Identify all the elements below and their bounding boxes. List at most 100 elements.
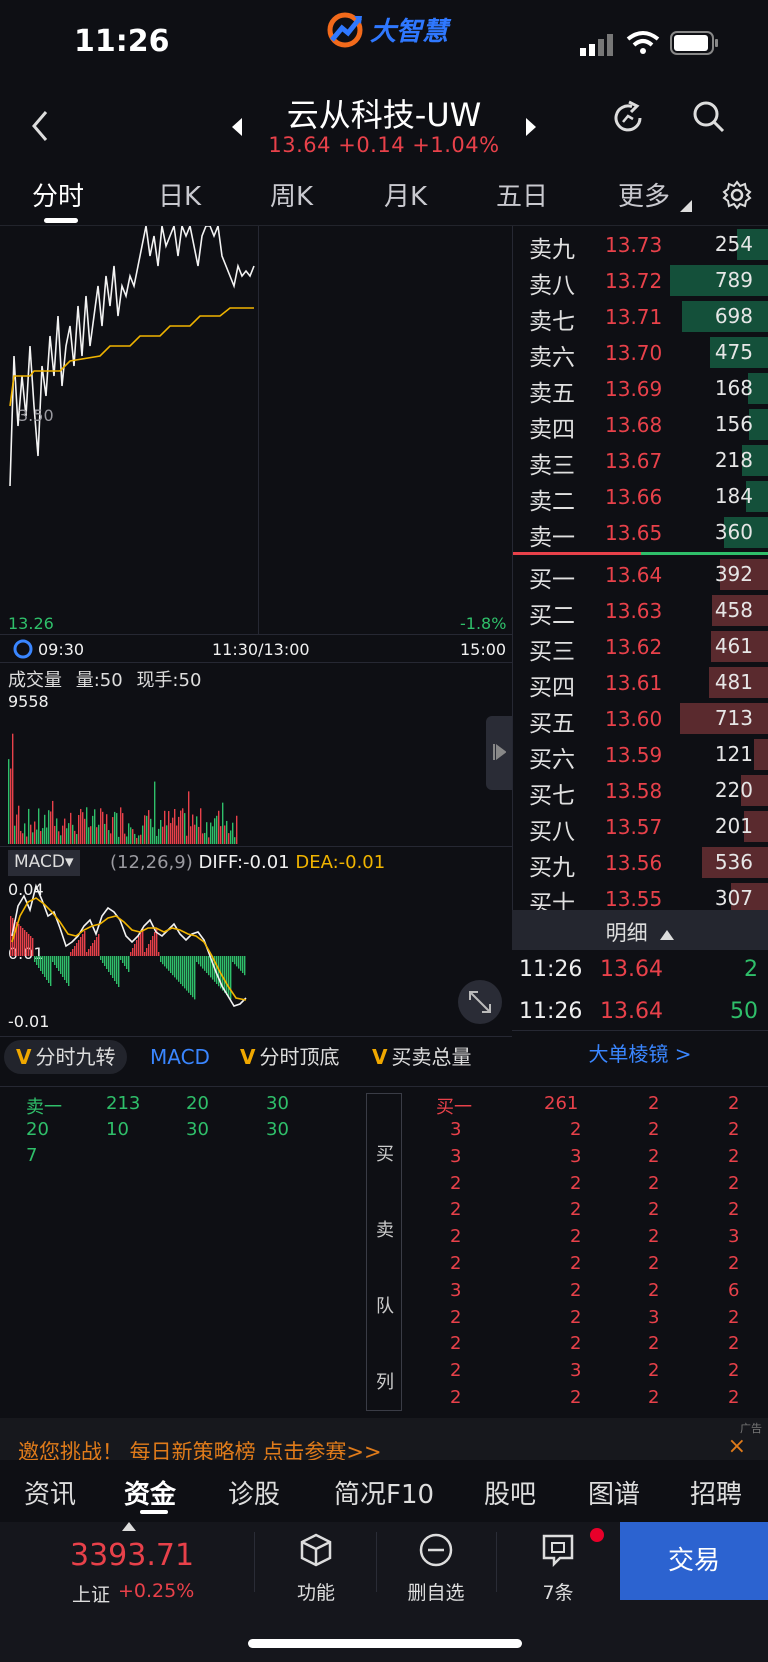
- ask-row[interactable]: 卖一 13.65 360: [513, 514, 768, 551]
- tab-intraday[interactable]: 分时: [32, 176, 84, 213]
- macd-bar: [74, 946, 76, 956]
- volume-bar: [126, 836, 128, 844]
- macd-selector[interactable]: MACD▾: [8, 850, 80, 876]
- settings-gear-icon[interactable]: [722, 180, 752, 210]
- queue-bid-cell: 2: [648, 1172, 660, 1194]
- bid-row[interactable]: 买四 13.61 481: [513, 664, 768, 701]
- indicator-macd[interactable]: MACD: [150, 1040, 210, 1074]
- search-icon[interactable]: [692, 100, 726, 136]
- macd-bar: [20, 926, 22, 956]
- fullscreen-button[interactable]: [458, 980, 502, 1024]
- tab-news[interactable]: 资讯: [24, 1474, 76, 1511]
- logo-text: 大智慧: [370, 16, 449, 47]
- ad-close-icon[interactable]: ×: [728, 1434, 746, 1459]
- collapse-panel-handle[interactable]: [486, 716, 512, 790]
- indicator-nine-turn[interactable]: V 分时九转: [4, 1040, 128, 1074]
- tab-monthly-k[interactable]: 月K: [384, 176, 427, 213]
- volume-bar: [174, 808, 176, 844]
- tab-daily-k[interactable]: 日K: [158, 176, 201, 213]
- macd-bar: [200, 956, 202, 967]
- bid-row[interactable]: 买九 13.56 536: [513, 844, 768, 881]
- remove-watchlist-button[interactable]: 删自选: [386, 1532, 486, 1616]
- macd-bar: [140, 932, 142, 956]
- ask-row[interactable]: 卖六 13.70 475: [513, 334, 768, 371]
- tab-forum[interactable]: 股吧: [484, 1474, 536, 1511]
- volume-bar: [232, 822, 234, 844]
- tab-more[interactable]: 更多: [618, 176, 670, 213]
- volume-bar: [74, 830, 76, 844]
- macd-bar: [230, 956, 232, 1000]
- home-indicator[interactable]: [248, 1639, 522, 1648]
- level-volume: 360: [714, 520, 753, 544]
- time-circle-icon[interactable]: [12, 638, 34, 660]
- big-order-link[interactable]: 大单棱镜 >: [512, 1038, 768, 1067]
- volume-bar: [754, 739, 768, 770]
- ask-row[interactable]: 卖二 13.66 184: [513, 478, 768, 515]
- tab-jobs[interactable]: 招聘: [690, 1474, 742, 1511]
- index-caret-icon: [122, 1522, 136, 1531]
- ask-row[interactable]: 卖五 13.69 168: [513, 370, 768, 407]
- macd-bar: [216, 956, 218, 984]
- refresh-icon[interactable]: [610, 100, 646, 136]
- ask-row[interactable]: 卖七 13.71 698: [513, 298, 768, 335]
- level-price: 13.69: [605, 377, 663, 401]
- bid-row[interactable]: 买六 13.59 121: [513, 736, 768, 773]
- volume-bar: [96, 827, 98, 844]
- bid-row[interactable]: 买三 13.62 461: [513, 628, 768, 665]
- volume-bar: [82, 812, 84, 844]
- ad-text[interactable]: 邀您挑战！ 每日新策略榜 点击参赛>>: [18, 1436, 382, 1460]
- level-volume: 392: [714, 562, 753, 586]
- tab-diagnose[interactable]: 诊股: [228, 1474, 280, 1511]
- next-stock-icon[interactable]: [524, 118, 538, 136]
- bid-row[interactable]: 买一 13.64 392: [513, 556, 768, 593]
- indicator-total-volume[interactable]: V 买卖总量: [372, 1040, 471, 1074]
- volume-bar: [102, 811, 104, 844]
- volume-bar: [86, 807, 88, 844]
- trade-button[interactable]: 交易: [620, 1522, 768, 1600]
- ask-row[interactable]: 卖九 13.73 254: [513, 226, 768, 263]
- level-volume: 184: [714, 484, 753, 508]
- trade-detail-header[interactable]: 明细: [512, 910, 768, 950]
- level-price: 13.65: [605, 521, 663, 545]
- level-volume: 218: [714, 448, 753, 472]
- level-price: 13.70: [605, 341, 663, 365]
- bid-row[interactable]: 买五 13.60 713: [513, 700, 768, 737]
- volume-bar: [210, 822, 212, 844]
- macd-bar: [202, 956, 204, 969]
- volume-bar: [62, 825, 64, 844]
- tab-graph[interactable]: 图谱: [588, 1474, 640, 1511]
- function-button[interactable]: 功能: [266, 1532, 366, 1616]
- collapse-arrow-icon: [493, 744, 506, 760]
- volume-value: 量:50: [75, 670, 123, 691]
- ask-row[interactable]: 卖四 13.68 156: [513, 406, 768, 443]
- volume-bar: [128, 823, 130, 844]
- tab-f10[interactable]: 简况F10: [334, 1474, 434, 1511]
- volume-bar: [226, 820, 228, 844]
- macd-bar: [146, 948, 148, 956]
- bid-row[interactable]: 买七 13.58 220: [513, 772, 768, 809]
- bid-row[interactable]: 买二 13.63 458: [513, 592, 768, 629]
- tab-weekly-k[interactable]: 周K: [270, 176, 313, 213]
- volume-bar: [112, 817, 114, 844]
- macd-bar: [40, 956, 42, 971]
- volume-bar: [196, 816, 198, 844]
- macd-header: (12,26,9) DIFF:-0.01 DEA:-0.01: [110, 852, 385, 873]
- time-end-label: 15:00: [460, 640, 507, 659]
- qa-button[interactable]: 7条: [508, 1532, 608, 1616]
- tab-five-day[interactable]: 五日: [496, 176, 548, 213]
- ask-row[interactable]: 卖三 13.67 218: [513, 442, 768, 479]
- queue-bid-label: 买一: [436, 1097, 472, 1118]
- ask-row[interactable]: 卖八 13.72 789: [513, 262, 768, 299]
- queue-bid-cell: 261: [544, 1093, 579, 1114]
- macd-bar: [94, 940, 96, 956]
- tab-funds[interactable]: 资金: [124, 1474, 176, 1511]
- volume-bar: [204, 832, 206, 844]
- bid-row[interactable]: 买八 13.57 201: [513, 808, 768, 845]
- volume-bar: [94, 809, 96, 844]
- ad-banner[interactable]: 邀您挑战！ 每日新策略榜 点击参赛>> 广告 ×: [0, 1418, 768, 1460]
- indicator-top-bottom[interactable]: V 分时顶底: [240, 1040, 339, 1074]
- macd-bar: [22, 928, 24, 956]
- volume-bar: [72, 824, 74, 844]
- level-volume: 254: [714, 232, 753, 256]
- intraday-chart-area[interactable]: 3.50 13.26 -1.8% 09:30 11:30/13:00 15:00…: [0, 226, 512, 1078]
